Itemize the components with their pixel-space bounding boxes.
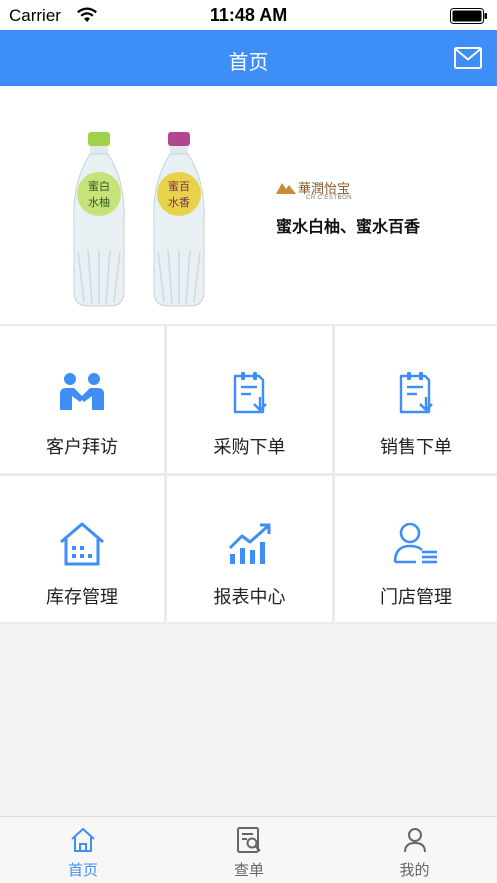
tile-purchase-order[interactable]: 采购下单 [167, 326, 332, 473]
nav-bar: 首页 [0, 30, 497, 86]
tile-customer-visit[interactable]: 客户拜访 [0, 326, 164, 473]
chart-icon [228, 523, 270, 564]
tile-sales-order[interactable]: 销售下单 [335, 326, 497, 473]
store-user-icon [393, 522, 437, 564]
bottle-passionfruit-image: 蜜百 水香 [153, 132, 205, 307]
sales-order-icon [399, 372, 433, 414]
mail-icon[interactable] [454, 47, 482, 69]
tab-bar: 首页 查单 我的 [0, 816, 497, 883]
tile-inventory[interactable]: 库存管理 [0, 476, 164, 622]
status-bar: Carrier 11:48 AM [0, 0, 497, 30]
tile-label: 门店管理 [380, 587, 452, 607]
profile-icon [403, 828, 426, 853]
home-icon [71, 828, 95, 852]
bottle-label-top: 蜜百 [168, 179, 190, 193]
screen: Carrier 11:48 AM 首页 蜜白 水柚 蜜百 水香 華潤怡宝 CR … [0, 0, 497, 883]
page-title: 首页 [228, 52, 269, 74]
tile-label: 采购下单 [213, 437, 286, 457]
warehouse-icon [60, 522, 104, 566]
bottle-label-bottom: 水柚 [88, 195, 110, 209]
tile-reports[interactable]: 报表中心 [167, 476, 332, 622]
brand-name-en: CR C'ESTBON [306, 195, 352, 201]
tile-label: 报表中心 [213, 587, 286, 607]
search-order-icon [237, 827, 261, 853]
function-grid: 客户拜访 采购下单 销售下单 库存管理 报表中心 门店管理 [0, 324, 497, 624]
bottle-label-top: 蜜白 [88, 179, 110, 193]
bottle-pomelo-image: 蜜白 水柚 [73, 132, 125, 307]
brand-logo: 華潤怡宝 CR C'ESTBON [276, 178, 396, 204]
tile-label: 客户拜访 [46, 437, 118, 457]
tab-search-order[interactable]: 查单 [166, 817, 332, 883]
promo-banner[interactable]: 蜜白 水柚 蜜百 水香 華潤怡宝 CR C'ESTBON 蜜水白柚、蜜水百香 [0, 86, 497, 324]
tab-label: 查单 [233, 862, 264, 879]
tab-label: 我的 [399, 862, 430, 879]
bottle-label-bottom: 水香 [168, 196, 190, 209]
tile-store-management[interactable]: 门店管理 [335, 476, 497, 622]
purchase-order-icon [233, 372, 267, 414]
battery-icon [450, 8, 487, 24]
tab-label: 首页 [67, 862, 98, 879]
status-time: 11:48 AM [209, 5, 288, 25]
banner-caption: 蜜水白柚、蜜水百香 [276, 219, 421, 236]
brand-mark-icon [276, 183, 296, 194]
handshake-icon [60, 373, 104, 410]
tile-label: 库存管理 [46, 587, 118, 607]
tab-home[interactable]: 首页 [0, 817, 166, 883]
tile-label: 销售下单 [380, 437, 452, 457]
tab-profile[interactable]: 我的 [332, 817, 497, 883]
